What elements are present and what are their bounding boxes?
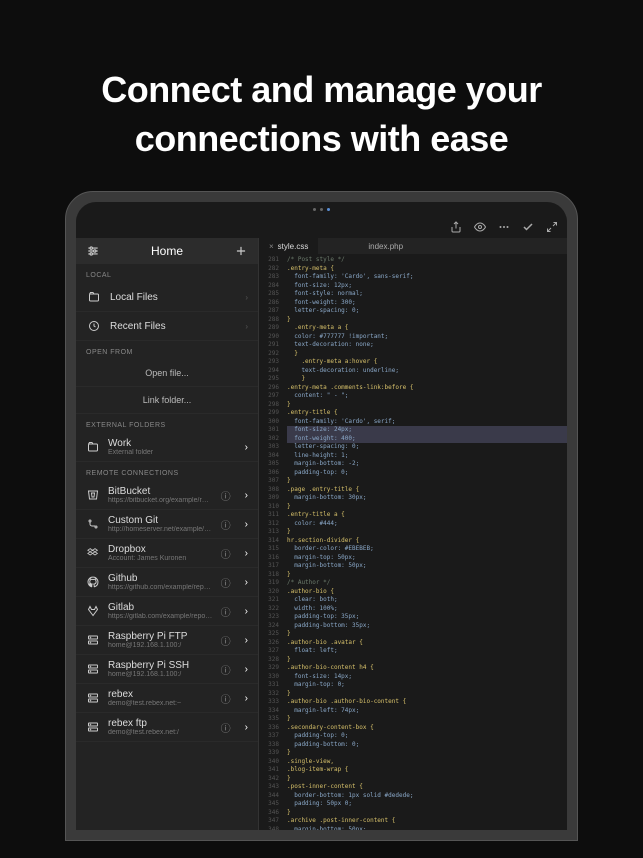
chevron-right-icon: › — [245, 722, 248, 733]
info-icon[interactable]: ⓘ — [221, 575, 231, 590]
server-icon — [86, 662, 100, 676]
remote-item[interactable]: rebex demo@test.rebex.net:~ ⓘ › — [76, 684, 258, 713]
info-icon[interactable]: ⓘ — [221, 720, 231, 735]
remote-item[interactable]: Custom Git http://homeserver.net/example… — [76, 510, 258, 539]
sidebar-header: Home — [76, 238, 258, 264]
hero-title: Connect and manage your connections with… — [0, 0, 643, 191]
share-icon[interactable] — [449, 220, 463, 234]
remote-sub: https://bitbucket.org/example/repo.git — [108, 497, 213, 504]
chevron-right-icon: › — [245, 442, 248, 453]
open-action[interactable]: Open file... — [76, 360, 258, 387]
remote-item[interactable]: BitBucket https://bitbucket.org/example/… — [76, 481, 258, 510]
remote-name: Github — [108, 573, 213, 584]
remote-sub: home@192.168.1.100:/ — [108, 671, 213, 678]
remote-name: Custom Git — [108, 515, 213, 526]
local-item[interactable]: Local Files › — [76, 283, 258, 312]
gitlab-icon — [86, 604, 100, 618]
remote-sub: Account: James Kuronen — [108, 555, 213, 562]
info-icon[interactable]: ⓘ — [221, 546, 231, 561]
editor-pane[interactable]: × style.css index.php 281282283284285286… — [259, 238, 567, 830]
item-label: Local Files — [110, 292, 158, 303]
remote-item[interactable]: Gitlab https://gitlab.com/example/repo.g… — [76, 597, 258, 626]
git-icon — [86, 517, 100, 531]
app-toolbar — [76, 216, 567, 238]
section-openfrom-label: OPEN FROM — [76, 341, 258, 360]
dropbox-icon — [86, 546, 100, 560]
remote-name: rebex ftp — [108, 718, 213, 729]
folder-icon — [86, 289, 102, 305]
tab-style-css[interactable]: × style.css — [259, 238, 318, 254]
info-icon[interactable]: ⓘ — [221, 633, 231, 648]
remote-item[interactable]: Raspberry Pi FTP home@192.168.1.100:/ ⓘ … — [76, 626, 258, 655]
info-icon[interactable]: ⓘ — [221, 662, 231, 677]
info-icon[interactable]: ⓘ — [221, 691, 231, 706]
section-local-label: LOCAL — [76, 264, 258, 283]
server-icon — [86, 691, 100, 705]
github-icon — [86, 575, 100, 589]
eye-icon[interactable] — [473, 220, 487, 234]
remote-sub: http://homeserver.net/example/repo.git — [108, 526, 213, 533]
code-body[interactable]: /* Post style */.entry-meta { font-famil… — [283, 254, 567, 830]
chevron-right-icon: › — [245, 293, 248, 302]
item-label: Recent Files — [110, 321, 166, 332]
chevron-right-icon: › — [245, 664, 248, 675]
item-name: Work — [108, 438, 237, 449]
chevron-right-icon: › — [245, 490, 248, 501]
chevron-right-icon: › — [245, 519, 248, 530]
remote-item[interactable]: Raspberry Pi SSH home@192.168.1.100:/ ⓘ … — [76, 655, 258, 684]
local-item[interactable]: Recent Files › — [76, 312, 258, 341]
chevron-right-icon: › — [245, 548, 248, 559]
clock-icon — [86, 318, 102, 334]
sidebar: Home LOCAL Local Files › Recent Files › … — [76, 238, 259, 830]
close-icon[interactable]: × — [269, 242, 274, 251]
info-icon[interactable]: ⓘ — [221, 488, 231, 503]
server-icon — [86, 720, 100, 734]
chevron-right-icon: › — [245, 577, 248, 588]
chevron-right-icon: › — [245, 693, 248, 704]
remote-name: Gitlab — [108, 602, 213, 613]
remote-sub: https://gitlab.com/example/repo.git — [108, 613, 213, 620]
remote-item[interactable]: Dropbox Account: James Kuronen ⓘ › — [76, 539, 258, 568]
item-sub: External folder — [108, 449, 237, 456]
remote-sub: https://github.com/example/repo.git — [108, 584, 213, 591]
remote-item[interactable]: rebex ftp demo@test.rebex.net:/ ⓘ › — [76, 713, 258, 742]
remote-name: Raspberry Pi SSH — [108, 660, 213, 671]
device-frame: Home LOCAL Local Files › Recent Files › … — [65, 191, 578, 841]
remote-item[interactable]: Github https://github.com/example/repo.g… — [76, 568, 258, 597]
more-icon[interactable] — [497, 220, 511, 234]
bitbucket-icon — [86, 488, 100, 502]
server-icon — [86, 633, 100, 647]
status-bar — [76, 202, 567, 216]
remote-name: rebex — [108, 689, 213, 700]
settings-icon[interactable] — [86, 244, 100, 258]
remote-name: Raspberry Pi FTP — [108, 631, 213, 642]
external-folder-item[interactable]: Work External folder › — [76, 433, 258, 462]
chevron-right-icon: › — [245, 322, 248, 331]
sidebar-title: Home — [151, 244, 183, 258]
tab-index-php[interactable]: index.php — [358, 238, 413, 254]
fullscreen-icon[interactable] — [545, 220, 559, 234]
section-external-label: EXTERNAL FOLDERS — [76, 414, 258, 433]
chevron-right-icon: › — [245, 635, 248, 646]
remote-name: BitBucket — [108, 486, 213, 497]
check-icon[interactable] — [521, 220, 535, 234]
code-gutter: 2812822832842852862872882892902912922932… — [259, 254, 283, 830]
info-icon[interactable]: ⓘ — [221, 604, 231, 619]
open-action[interactable]: Link folder... — [76, 387, 258, 414]
device-screen: Home LOCAL Local Files › Recent Files › … — [76, 202, 567, 830]
remote-name: Dropbox — [108, 544, 213, 555]
remote-sub: home@192.168.1.100:/ — [108, 642, 213, 649]
chevron-right-icon: › — [245, 606, 248, 617]
add-icon[interactable] — [234, 244, 248, 258]
remote-sub: demo@test.rebex.net:~ — [108, 700, 213, 707]
folder-icon — [86, 440, 100, 454]
remote-sub: demo@test.rebex.net:/ — [108, 729, 213, 736]
info-icon[interactable]: ⓘ — [221, 517, 231, 532]
section-remote-label: REMOTE CONNECTIONS — [76, 462, 258, 481]
tab-bar: × style.css index.php — [259, 238, 567, 254]
